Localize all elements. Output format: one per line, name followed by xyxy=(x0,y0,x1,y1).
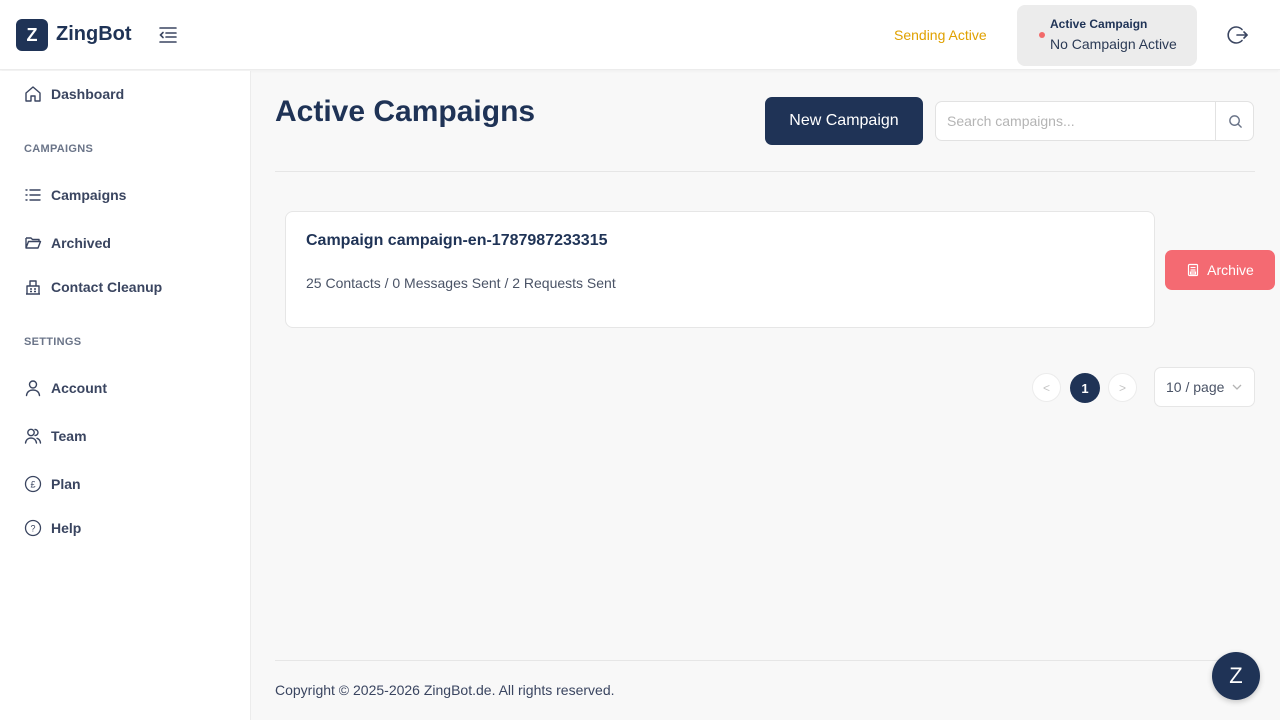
page-size-select[interactable]: 10 / page xyxy=(1154,367,1255,407)
active-campaign-indicator[interactable]: Active Campaign No Campaign Active xyxy=(1017,5,1197,66)
sidebar-item-help[interactable]: ? Help xyxy=(24,517,81,539)
logo-icon[interactable]: Z xyxy=(16,19,48,51)
section-label-settings: SETTINGS xyxy=(24,336,82,348)
brand-name[interactable]: ZingBot xyxy=(56,23,132,46)
pagination-next-button[interactable]: > xyxy=(1108,373,1137,402)
search-icon xyxy=(1228,114,1242,128)
header-divider xyxy=(275,171,1255,172)
sidebar: Dashboard CAMPAIGNS Campaigns Archived C… xyxy=(0,71,251,720)
footer-divider xyxy=(275,660,1255,661)
campaign-card[interactable]: Campaign campaign-en-1787987233315 25 Co… xyxy=(285,211,1155,328)
active-campaign-value: No Campaign Active xyxy=(1050,36,1177,52)
new-campaign-button[interactable]: New Campaign xyxy=(765,97,923,145)
search-input[interactable] xyxy=(936,102,1215,140)
sidebar-item-dashboard[interactable]: Dashboard xyxy=(24,83,124,105)
copyright-text: Copyright © 2025-2026 ZingBot.de. All ri… xyxy=(275,682,615,698)
svg-text:?: ? xyxy=(30,524,35,534)
campaign-title[interactable]: Campaign campaign-en-1787987233315 xyxy=(306,232,607,250)
active-campaign-title: Active Campaign xyxy=(1050,17,1148,31)
status-dot-icon xyxy=(1039,32,1045,38)
chat-fab-button[interactable]: Z xyxy=(1212,652,1260,700)
sidebar-item-label: Team xyxy=(51,428,87,444)
page-size-value: 10 / page xyxy=(1166,379,1225,395)
sidebar-item-label: Campaigns xyxy=(51,187,127,203)
archive-button-label: Archive xyxy=(1207,262,1254,278)
sidebar-item-label: Account xyxy=(51,380,107,396)
page-title: Active Campaigns xyxy=(275,95,536,128)
home-icon xyxy=(24,85,42,103)
top-header: Z ZingBot Sending Active Active Campaign… xyxy=(0,0,1280,70)
sidebar-item-label: Help xyxy=(51,520,82,536)
user-icon xyxy=(24,379,42,397)
collapse-sidebar-icon[interactable] xyxy=(156,23,180,47)
sidebar-item-label: Archived xyxy=(51,235,111,251)
list-icon xyxy=(24,186,42,204)
sidebar-item-team[interactable]: Team xyxy=(24,425,87,447)
sidebar-item-label: Dashboard xyxy=(51,86,125,102)
sidebar-item-label: Plan xyxy=(51,476,81,492)
sidebar-item-archived[interactable]: Archived xyxy=(24,232,111,254)
campaign-stats: 25 Contacts / 0 Messages Sent / 2 Reques… xyxy=(306,275,616,291)
archive-icon xyxy=(1188,263,1199,277)
logout-icon[interactable] xyxy=(1226,23,1250,47)
archive-button[interactable]: Archive xyxy=(1165,250,1275,290)
pound-icon: £ xyxy=(24,475,42,493)
search-button[interactable] xyxy=(1215,102,1254,140)
sidebar-item-account[interactable]: Account xyxy=(24,377,107,399)
pagination-current-page[interactable]: 1 xyxy=(1070,373,1100,403)
sidebar-item-plan[interactable]: £ Plan xyxy=(24,473,81,495)
pagination-prev-button[interactable]: < xyxy=(1032,373,1061,402)
chevron-down-icon xyxy=(1232,384,1242,390)
help-icon: ? xyxy=(24,519,42,537)
sending-status: Sending Active xyxy=(894,27,987,43)
team-icon xyxy=(24,427,42,445)
svg-text:£: £ xyxy=(30,480,35,490)
folder-open-icon xyxy=(24,234,42,252)
building-icon xyxy=(24,278,42,296)
sidebar-item-campaigns[interactable]: Campaigns xyxy=(24,184,126,206)
sidebar-item-label: Contact Cleanup xyxy=(51,279,163,295)
search-box xyxy=(935,101,1254,141)
section-label-campaigns: CAMPAIGNS xyxy=(24,143,94,155)
sidebar-item-contact-cleanup[interactable]: Contact Cleanup xyxy=(24,276,162,298)
